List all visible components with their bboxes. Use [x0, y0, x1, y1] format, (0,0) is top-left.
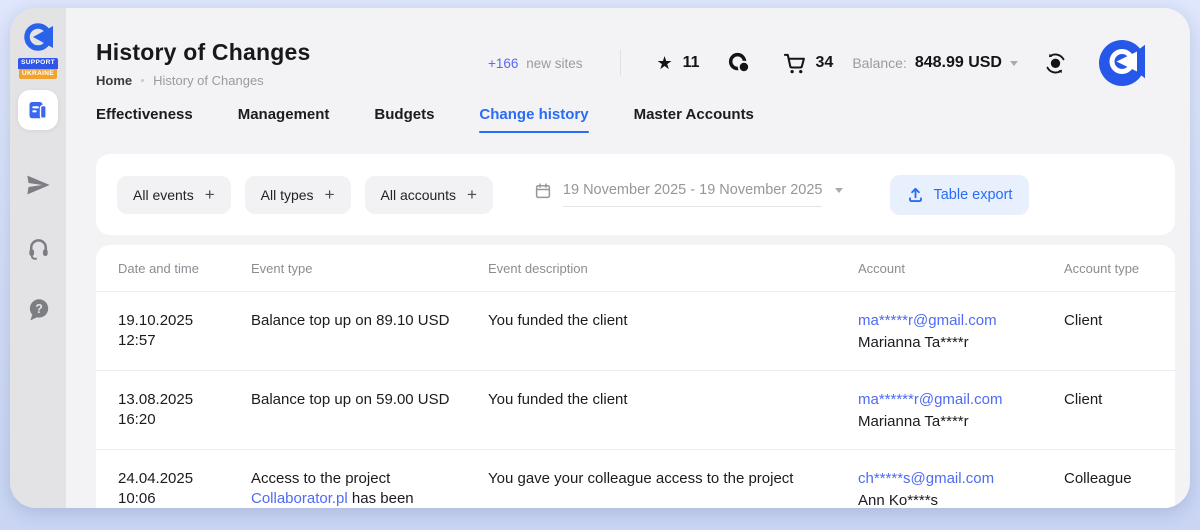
filter-all-types[interactable]: All types + — [245, 176, 351, 214]
profile-logo-icon — [1099, 40, 1145, 86]
paper-plane-icon — [25, 172, 51, 198]
account-name: Marianna Ta****r — [858, 333, 1038, 353]
cell-date: 19.10.2025 12:57 — [118, 311, 251, 353]
plus-icon: + — [205, 186, 215, 203]
account-email-link[interactable]: ma******r@gmail.com — [858, 390, 1038, 410]
cell-date: 13.08.2025 16:20 — [118, 390, 251, 432]
switch-account-button[interactable] — [1043, 51, 1068, 76]
plus-icon: + — [467, 186, 477, 203]
project-link[interactable]: Collaborator.pl — [251, 490, 348, 507]
balance-value: 848.99 USD — [915, 54, 1002, 72]
balance-dropdown[interactable]: Balance: 848.99 USD — [852, 54, 1018, 72]
favorites-counter[interactable]: ★ 11 — [656, 54, 699, 72]
calendar-icon — [534, 182, 552, 200]
main-content: History of Changes Home History of Chang… — [66, 8, 1190, 508]
date-range-picker[interactable]: 19 November 2025 - 19 November 2025 — [534, 182, 844, 207]
sidebar-item-help[interactable]: ? — [18, 289, 58, 329]
tab-effectiveness[interactable]: Effectiveness — [96, 106, 193, 133]
collaborator-logo-icon — [20, 21, 56, 57]
cart-icon — [783, 52, 806, 75]
cell-account: ma******r@gmail.com Marianna Ta****r — [858, 390, 1064, 432]
tab-budgets[interactable]: Budgets — [374, 106, 434, 133]
date-range-value: 19 November 2025 - 19 November 2025 — [563, 182, 823, 207]
breadcrumb-current: History of Changes — [153, 73, 264, 88]
filter-bar: All events + All types + All accounts + … — [96, 154, 1175, 235]
cell-date: 24.04.2025 10:06 — [118, 469, 251, 508]
sidebar-item-telegram[interactable] — [18, 165, 58, 205]
favorites-count: 11 — [683, 54, 700, 72]
account-email-link[interactable]: ch*****s@gmail.com — [858, 469, 1038, 489]
export-icon — [907, 186, 924, 203]
breadcrumb-separator-dot — [141, 79, 144, 82]
svg-text:?: ? — [35, 302, 43, 316]
tab-management[interactable]: Management — [238, 106, 330, 133]
column-header-event-type: Event type — [251, 261, 488, 276]
filter-all-accounts[interactable]: All accounts + — [365, 176, 493, 214]
cell-account: ma*****r@gmail.com Marianna Ta****r — [858, 311, 1064, 353]
cell-event-type: Balance top up on 89.10 USD — [251, 311, 488, 353]
table-row: 13.08.2025 16:20 Balance top up on 59.00… — [96, 371, 1175, 450]
balance-label: Balance: — [852, 55, 906, 71]
cell-event-description: You funded the client — [488, 390, 858, 432]
new-sites-link[interactable]: +166 new sites — [488, 56, 582, 71]
chat-bubbles-icon — [727, 51, 752, 76]
plus-icon: + — [325, 186, 335, 203]
app-window: SUPPORT UKRAINE — [10, 8, 1190, 508]
avatar[interactable] — [1099, 40, 1145, 86]
table-export-button[interactable]: Table export — [890, 175, 1029, 215]
header-divider — [620, 50, 621, 76]
cart-counter[interactable]: 34 — [783, 52, 834, 75]
tab-master-accounts[interactable]: Master Accounts — [634, 106, 754, 133]
account-name: Ann Ko****s — [858, 491, 1038, 508]
feed-icon — [26, 98, 50, 122]
history-table: Date and time Event type Event descripti… — [96, 245, 1175, 508]
column-header-date: Date and time — [118, 261, 251, 276]
sidebar-item-history-of-changes[interactable] — [18, 90, 58, 130]
breadcrumb-home[interactable]: Home — [96, 73, 132, 88]
account-name: Marianna Ta****r — [858, 412, 1038, 432]
sidebar-item-support[interactable] — [18, 227, 58, 267]
cell-account: ch*****s@gmail.com Ann Ko****s — [858, 469, 1064, 508]
table-row: 19.10.2025 12:57 Balance top up on 89.10… — [96, 292, 1175, 371]
new-sites-label: new sites — [526, 56, 582, 71]
sidebar: SUPPORT UKRAINE — [10, 8, 66, 508]
new-sites-count: +166 — [488, 56, 518, 71]
account-email-link[interactable]: ma*****r@gmail.com — [858, 311, 1038, 331]
chevron-down-icon — [835, 188, 843, 193]
cell-event-type: Balance top up on 59.00 USD — [251, 390, 488, 432]
app-logo[interactable]: SUPPORT UKRAINE — [18, 21, 58, 79]
cell-event-type: Access to the project Collaborator.pl ha… — [251, 469, 488, 508]
column-header-event-description: Event description — [488, 261, 858, 276]
support-badge: SUPPORT — [18, 58, 58, 69]
tab-bar: Effectiveness Management Budgets Change … — [96, 106, 1175, 133]
column-header-account: Account — [858, 261, 1064, 276]
page-title: History of Changes — [96, 39, 488, 65]
breadcrumb: Home History of Changes — [96, 73, 488, 88]
filter-all-events[interactable]: All events + — [117, 176, 231, 214]
messages-button[interactable] — [727, 51, 752, 76]
column-header-account-type: Account type — [1064, 261, 1175, 276]
table-row: 24.04.2025 10:06 Access to the project C… — [96, 450, 1175, 508]
cell-account-type: Client — [1064, 390, 1175, 432]
cell-event-description: You gave your colleague access to the pr… — [488, 469, 858, 508]
question-bubble-icon: ? — [26, 297, 51, 322]
star-icon: ★ — [656, 54, 672, 72]
chevron-down-icon — [1010, 61, 1018, 66]
headphones-icon — [26, 235, 51, 260]
topbar: History of Changes Home History of Chang… — [96, 33, 1175, 93]
cell-account-type: Client — [1064, 311, 1175, 353]
cell-event-description: You funded the client — [488, 311, 858, 353]
tab-change-history[interactable]: Change history — [479, 106, 588, 133]
switch-account-icon — [1043, 51, 1068, 76]
cell-account-type: Colleague — [1064, 469, 1175, 508]
cart-count: 34 — [816, 54, 834, 72]
ukraine-badge: UKRAINE — [19, 69, 57, 80]
table-header-row: Date and time Event type Event descripti… — [96, 245, 1175, 292]
